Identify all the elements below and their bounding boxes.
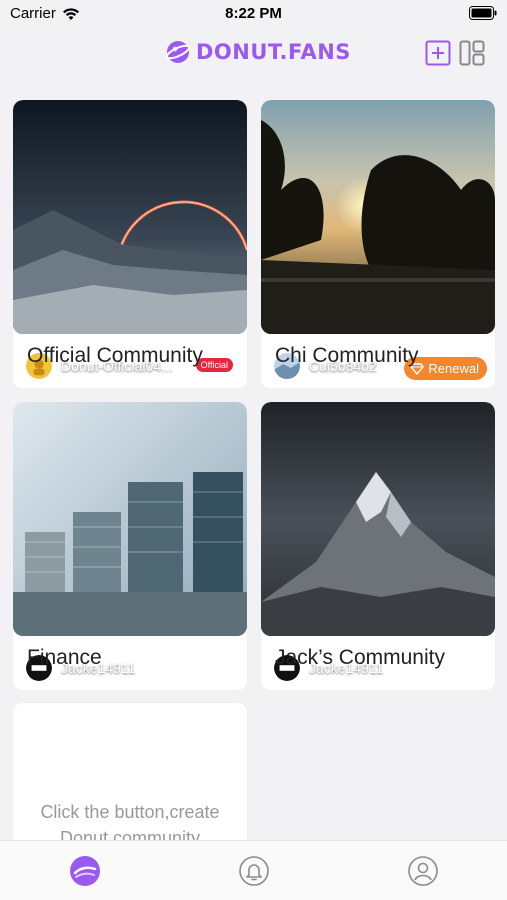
battery-icon [469, 6, 497, 20]
renewal-label: Renewal [428, 361, 479, 376]
community-card-jack[interactable]: Jacke14911 Jack’s Community [261, 402, 495, 690]
layout-toggle-button[interactable] [459, 40, 485, 66]
brand-title: DONUT.FANS [196, 40, 351, 64]
status-bar: Carrier 8:22 PM [0, 0, 507, 28]
bell-icon[interactable] [238, 855, 270, 887]
add-community-button[interactable] [425, 40, 451, 66]
community-title: Chi Community [275, 344, 419, 367]
community-card-finance[interactable]: Jacke14911 Finance [13, 402, 247, 690]
community-card-chi[interactable]: Cui5b84b2 Renewal Chi Community [261, 100, 495, 388]
donut-logo-icon [166, 41, 190, 63]
clock: 8:22 PM [225, 5, 282, 22]
create-hint-line1: Click the button,create [40, 802, 220, 822]
community-cover-image [261, 402, 495, 636]
profile-icon[interactable] [407, 855, 439, 887]
brand-logo: DONUT.FANS [166, 40, 351, 64]
community-title: Jack’s Community [275, 646, 445, 669]
community-cover-image [261, 100, 495, 334]
community-title: Official Community [27, 344, 203, 367]
tab-bar [0, 840, 507, 900]
create-community-card[interactable]: Click the button,create Donut community [13, 703, 247, 853]
community-card-official[interactable]: Donut-Official04... Official Official Co… [13, 100, 247, 388]
app-header: DONUT.FANS [0, 30, 507, 78]
home-icon[interactable] [69, 855, 101, 887]
community-cover-image [13, 402, 247, 636]
community-cover-image [13, 100, 247, 334]
community-title: Finance [27, 646, 102, 669]
